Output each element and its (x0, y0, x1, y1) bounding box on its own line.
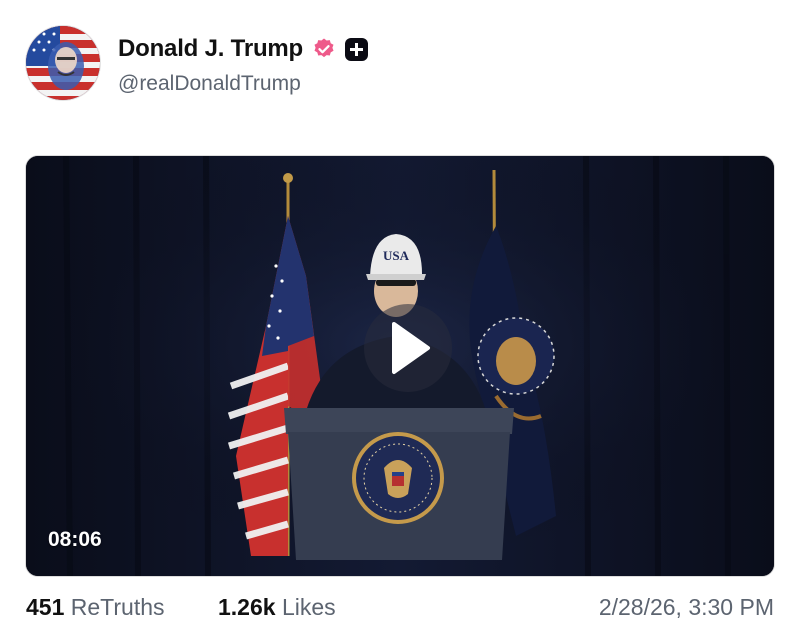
flag-portrait-avatar-icon (26, 26, 100, 100)
video-duration: 08:06 (48, 528, 102, 551)
plus-badge-icon (345, 37, 369, 61)
avatar[interactable] (26, 26, 100, 100)
likes-count: 1.26k (218, 594, 276, 620)
play-button[interactable] (364, 304, 452, 392)
hat-text: USA (383, 248, 410, 263)
verified-badge-icon (314, 38, 334, 58)
likes-stat[interactable]: 1.26k Likes (218, 594, 336, 621)
author-name-row: Donald J. Trump (118, 34, 369, 64)
retruths-count: 451 (26, 594, 65, 620)
post-header: Donald J. Trump @realDonaldTrump (26, 26, 766, 102)
video-player[interactable]: USA 08:06 (26, 156, 774, 576)
retruths-label: ReTruths (70, 594, 165, 620)
post-timestamp[interactable]: 2/28/26, 3:30 PM (599, 594, 774, 621)
post-footer: 451 ReTruths 1.26k Likes 2/28/26, 3:30 P… (26, 590, 774, 630)
likes-label: Likes (281, 594, 336, 620)
author-display-name[interactable]: Donald J. Trump (118, 35, 303, 63)
play-icon (392, 322, 430, 374)
author-handle[interactable]: @realDonaldTrump (118, 72, 301, 96)
retruths-stat[interactable]: 451 ReTruths (26, 594, 165, 621)
